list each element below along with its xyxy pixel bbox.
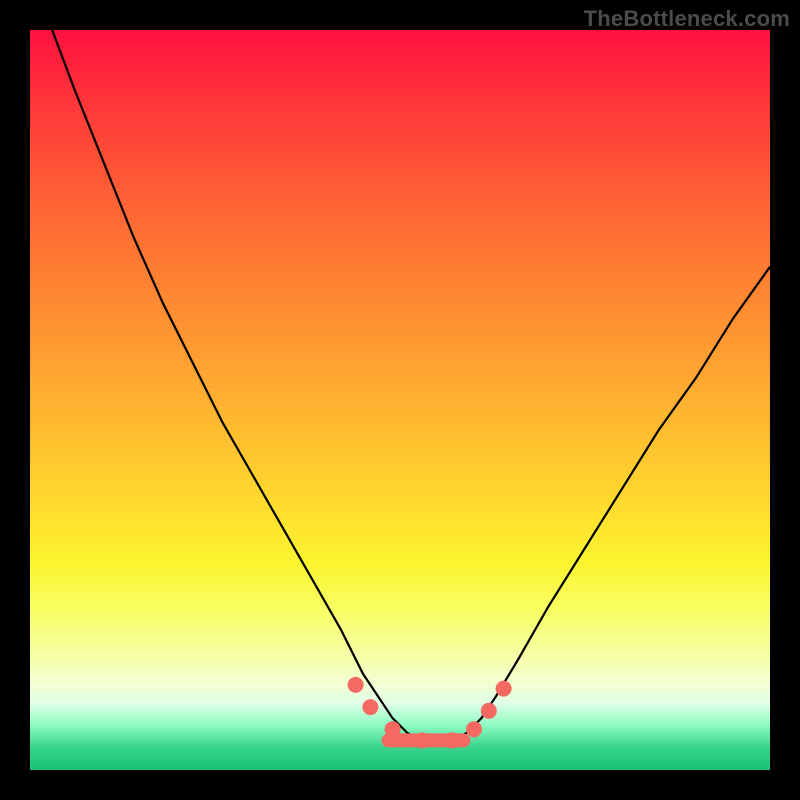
bottleneck-curve	[52, 30, 770, 740]
highlight-dot	[466, 721, 482, 737]
chart-frame: TheBottleneck.com	[0, 0, 800, 800]
highlight-dot	[481, 703, 497, 719]
curve-layer	[30, 30, 770, 770]
highlight-dot	[348, 677, 364, 693]
highlight-dot	[362, 699, 378, 715]
highlight-dot	[414, 732, 430, 748]
highlight-dot	[385, 721, 401, 737]
watermark-text: TheBottleneck.com	[584, 6, 790, 32]
highlight-dot	[496, 681, 512, 697]
plot-area	[30, 30, 770, 770]
highlight-dot	[444, 732, 460, 748]
